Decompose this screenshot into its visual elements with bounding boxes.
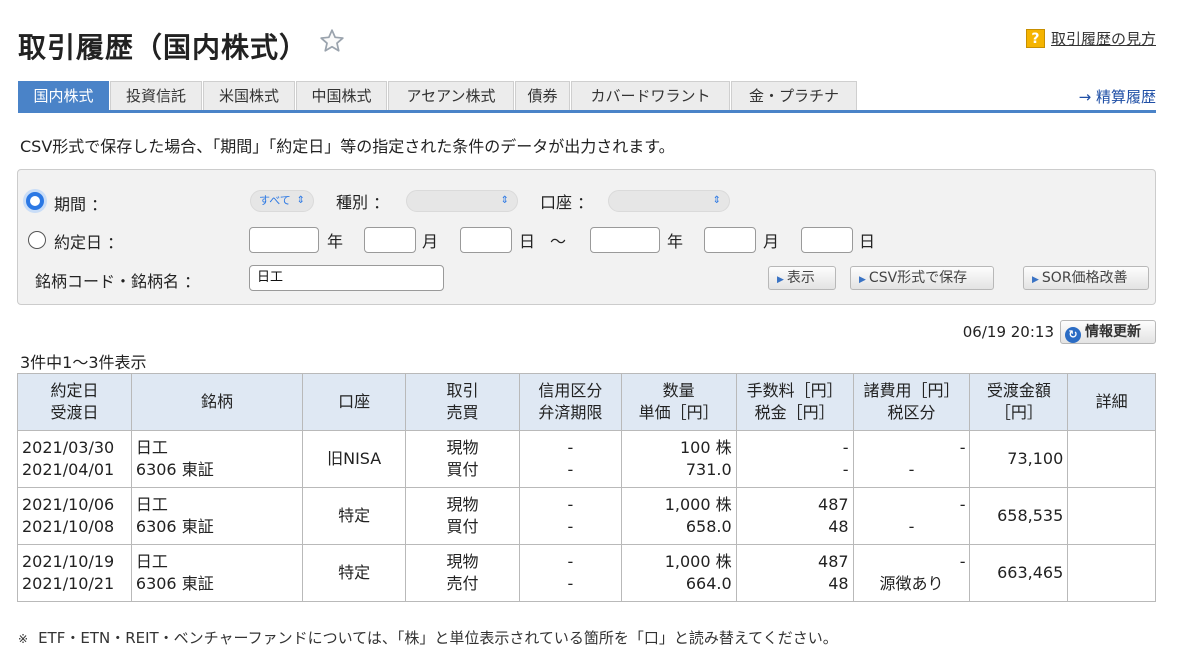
tab-domestic-stock[interactable]: 国内株式: [18, 81, 109, 110]
period-select[interactable]: すべて ⇕: [250, 190, 314, 212]
csv-note: CSV形式で保存した場合、「期間」「約定日」等の指定された条件のデータが出力され…: [20, 137, 675, 156]
detail-cell: [1067, 430, 1156, 488]
update-timestamp: 06/19 20:13: [962, 323, 1054, 341]
account-select[interactable]: ⇕: [608, 190, 730, 212]
refresh-button[interactable]: ↻ 情報更新: [1060, 320, 1156, 344]
col-header-cost: 諸費用［円］ 税区分: [852, 373, 971, 431]
col-header-account: 口座: [302, 373, 407, 431]
select-arrow-icon: ⇕: [500, 195, 509, 206]
help-link[interactable]: 取引履歴の見方: [1051, 28, 1156, 49]
play-icon: ▶: [777, 275, 784, 285]
unit-month: 月: [763, 232, 780, 251]
search-form: 期間 ： すべて ⇕ 種別 ： ⇕ 口座 ： ⇕ 約定日 ： 年 月 日 ～ 年 …: [17, 169, 1156, 305]
to-year-input[interactable]: [590, 227, 660, 253]
col-header-date: 約定日 受渡日: [17, 373, 132, 431]
tab-investment-trust[interactable]: 投資信託: [110, 81, 202, 110]
tab-covered-warrant[interactable]: カバードワラント: [571, 81, 730, 110]
period-radio[interactable]: [26, 192, 44, 210]
help-icon: ?: [1025, 29, 1045, 48]
favorite-star-icon[interactable]: [319, 28, 345, 54]
unit-year: 年: [667, 232, 684, 251]
play-icon: ▶: [1032, 275, 1039, 285]
from-year-input[interactable]: [249, 227, 319, 253]
footnote: ※ ETF・ETN・REIT・ベンチャーファンドについては、「株」と単位表示されて…: [18, 629, 838, 647]
play-icon: ▶: [859, 275, 866, 285]
to-month-input[interactable]: [704, 227, 756, 253]
from-day-input[interactable]: [460, 227, 512, 253]
from-month-input[interactable]: [364, 227, 416, 253]
sor-button[interactable]: ▶ SOR価格改善: [1023, 266, 1149, 290]
result-count: 3件中1～3件表示: [20, 353, 147, 372]
tab-us-stock[interactable]: 米国株式: [203, 81, 295, 110]
refresh-icon: ↻: [1065, 327, 1081, 343]
trade-date-radio[interactable]: [28, 231, 46, 249]
to-day-input[interactable]: [801, 227, 853, 253]
table-row: 2021/10/19 2021/10/21 日工 6306 東証 特定 現物 売付 -…: [17, 544, 1156, 602]
help-link-area[interactable]: ? 取引履歴の見方: [1025, 28, 1156, 49]
kind-label: 種別 ：: [336, 193, 390, 212]
unit-day: 日: [859, 232, 876, 251]
show-button[interactable]: ▶ 表示: [768, 266, 836, 290]
range-tilde: ～: [550, 232, 567, 251]
detail-cell: [1067, 487, 1156, 545]
page-title: 取引履歴（国内株式）: [18, 31, 309, 64]
unit-month: 月: [422, 232, 439, 251]
settlement-history-link[interactable]: → 精算履歴: [1079, 86, 1156, 107]
product-tabs: 国内株式 投資信託 米国株式 中国株式 アセアン株式 債券 カバードワラント 金…: [18, 81, 1156, 113]
tab-china-stock[interactable]: 中国株式: [296, 81, 387, 110]
trade-date-label: 約定日 ：: [54, 233, 124, 252]
table-row: 2021/10/06 2021/10/08 日工 6306 東証 特定 現物 買付 -…: [17, 487, 1156, 545]
col-header-stock: 銘柄: [130, 373, 304, 431]
unit-day: 日: [519, 232, 536, 251]
col-header-detail: 詳細: [1067, 373, 1156, 431]
col-header-trade: 取引 売買: [405, 373, 520, 431]
col-header-amount: 受渡金額 ［円］: [969, 373, 1069, 431]
footnote-mark: ※: [18, 632, 29, 646]
trade-history-table: 約定日 受渡日 銘柄 口座 取引 売買 信用区分 弁済期限 数量 単価［円］ 手数料［円…: [17, 373, 1156, 602]
stock-code-input[interactable]: 日工: [249, 265, 444, 291]
col-header-margin: 信用区分 弁済期限: [518, 373, 622, 431]
tab-asean-stock[interactable]: アセアン株式: [388, 81, 514, 110]
col-header-qty: 数量 単価［円］: [620, 373, 737, 431]
unit-year: 年: [327, 232, 344, 251]
period-label: 期間 ：: [54, 195, 108, 214]
detail-cell: [1067, 544, 1156, 602]
select-arrow-icon: ⇕: [712, 195, 721, 206]
stock-code-label: 銘柄コード・銘柄名 ：: [35, 272, 201, 291]
csv-save-button[interactable]: ▶ CSV形式で保存: [850, 266, 994, 290]
select-arrow-icon: ⇕: [296, 195, 305, 206]
tab-bond[interactable]: 債券: [515, 81, 570, 110]
kind-select[interactable]: ⇕: [406, 190, 518, 212]
table-row: 2021/03/30 2021/04/01 日工 6306 東証 旧NISA 現物買…: [17, 430, 1156, 488]
table-header-row: 約定日 受渡日 銘柄 口座 取引 売買 信用区分 弁済期限 数量 単価［円］ 手数料［円…: [17, 373, 1156, 431]
col-header-fee: 手数料［円］ 税金［円］: [735, 373, 854, 431]
tab-gold-platinum[interactable]: 金・プラチナ: [731, 81, 857, 110]
account-label: 口座 ：: [540, 193, 594, 212]
